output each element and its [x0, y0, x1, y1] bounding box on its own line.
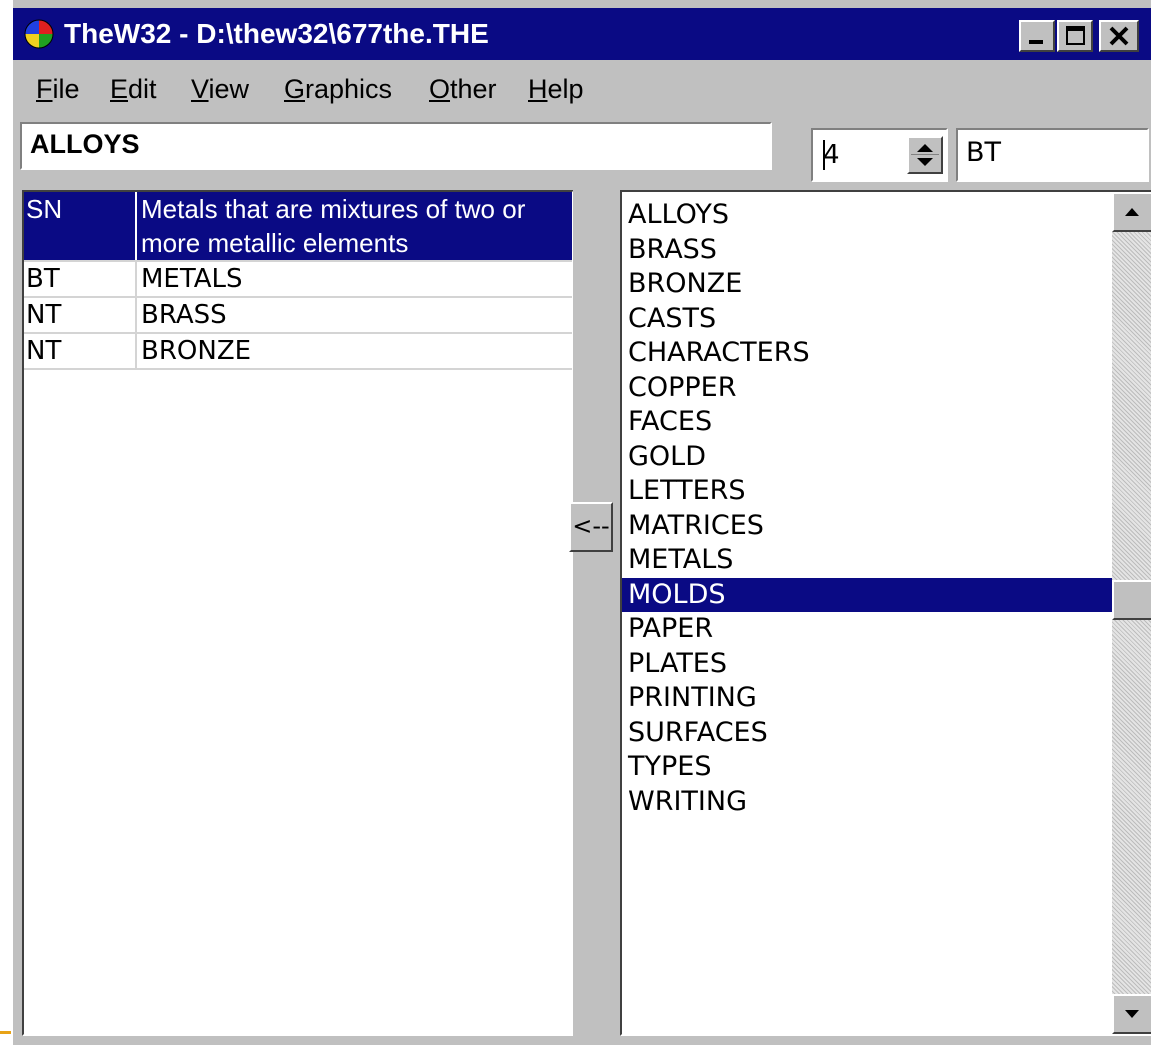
term-list-item[interactable]: TYPES: [622, 750, 1114, 785]
term-list-item[interactable]: PAPER: [622, 612, 1114, 647]
arrow-down-icon: [1125, 1010, 1139, 1018]
term-input[interactable]: ALLOYS: [20, 122, 772, 170]
term-list-item[interactable]: PLATES: [622, 647, 1114, 682]
menu-edit[interactable]: Edit: [110, 72, 157, 106]
menu-help[interactable]: Help: [528, 72, 584, 106]
relation-row-scope-note[interactable]: SN Metals that are mixtures of two or mo…: [24, 192, 572, 262]
level-value: 4: [823, 140, 840, 170]
relations-panel: SN Metals that are mixtures of two or mo…: [22, 190, 574, 1036]
relation-value: Metals that are mixtures of two or more …: [136, 192, 572, 262]
menu-graphics[interactable]: Graphics: [284, 72, 392, 106]
maximize-icon: [1066, 26, 1085, 45]
relation-code: BT: [24, 261, 137, 298]
vertical-scrollbar[interactable]: [1112, 192, 1151, 1034]
term-list-item[interactable]: SURFACES: [622, 716, 1114, 751]
term-list-item[interactable]: ALLOYS: [622, 198, 1114, 233]
term-list-item[interactable]: CHARACTERS: [622, 336, 1114, 371]
relation-code: NT: [24, 297, 137, 334]
spin-buttons[interactable]: [907, 136, 943, 174]
term-list-item[interactable]: MATRICES: [622, 509, 1114, 544]
term-list-item[interactable]: WRITING: [622, 785, 1114, 820]
relation-code: SN: [24, 192, 137, 262]
arrow-up-icon: [1125, 208, 1139, 216]
relation-value: METALS: [136, 261, 572, 298]
term-list-item[interactable]: BRASS: [622, 233, 1114, 268]
globe-icon: [24, 19, 54, 49]
menu-view[interactable]: View: [191, 72, 249, 106]
close-icon: [1109, 26, 1129, 46]
window-title: TheW32 - D:\thew32\677the.THE: [64, 18, 489, 49]
maximize-button[interactable]: [1057, 20, 1093, 52]
scroll-thumb[interactable]: [1112, 580, 1151, 620]
relation-code: NT: [24, 333, 137, 370]
term-list-item[interactable]: GOLD: [622, 440, 1114, 475]
scroll-up-button[interactable]: [1112, 192, 1151, 232]
transfer-term-button[interactable]: <--: [569, 502, 613, 552]
level-spinner[interactable]: 4: [811, 128, 948, 182]
term-list-item[interactable]: CASTS: [622, 302, 1114, 337]
relation-row-narrower[interactable]: NT BRASS: [24, 297, 572, 334]
panel-splitter[interactable]: [573, 190, 613, 1036]
relations-table: SN Metals that are mixtures of two or mo…: [24, 192, 572, 370]
term-list-item[interactable]: PRINTING: [622, 681, 1114, 716]
term-list-item[interactable]: FACES: [622, 405, 1114, 440]
term-list-item[interactable]: COPPER: [622, 371, 1114, 406]
scroll-down-button[interactable]: [1112, 994, 1151, 1034]
term-list-items: ALLOYS BRASS BRONZE CASTS CHARACTERS COPPER FA…: [622, 198, 1114, 819]
term-list-item[interactable]: BRONZE: [622, 267, 1114, 302]
relation-value: BRONZE: [136, 333, 572, 370]
minimize-icon: [1029, 40, 1043, 44]
menu-bar: File Edit View Graphics Other Help: [13, 62, 1151, 116]
app-window: TheW32 - D:\thew32\677the.THE File Edit …: [11, 0, 1151, 1045]
relation-row-narrower[interactable]: NT BRONZE: [24, 333, 572, 370]
relation-value: BRASS: [136, 297, 572, 334]
relation-code-field[interactable]: BT: [956, 128, 1149, 182]
term-list-item[interactable]: LETTERS: [622, 474, 1114, 509]
menu-other[interactable]: Other: [429, 72, 497, 106]
minimize-button[interactable]: [1019, 20, 1055, 52]
spin-arrows-icon: [911, 144, 939, 166]
close-button[interactable]: [1099, 20, 1139, 52]
term-list[interactable]: ALLOYS BRASS BRONZE CASTS CHARACTERS COPPER FA…: [620, 190, 1151, 1036]
menu-file[interactable]: File: [36, 72, 80, 106]
title-bar[interactable]: TheW32 - D:\thew32\677the.THE: [13, 8, 1151, 60]
term-list-item[interactable]: METALS: [622, 543, 1114, 578]
relation-row-broader[interactable]: BT METALS: [24, 261, 572, 298]
term-list-item[interactable]: MOLDS: [622, 577, 1114, 612]
